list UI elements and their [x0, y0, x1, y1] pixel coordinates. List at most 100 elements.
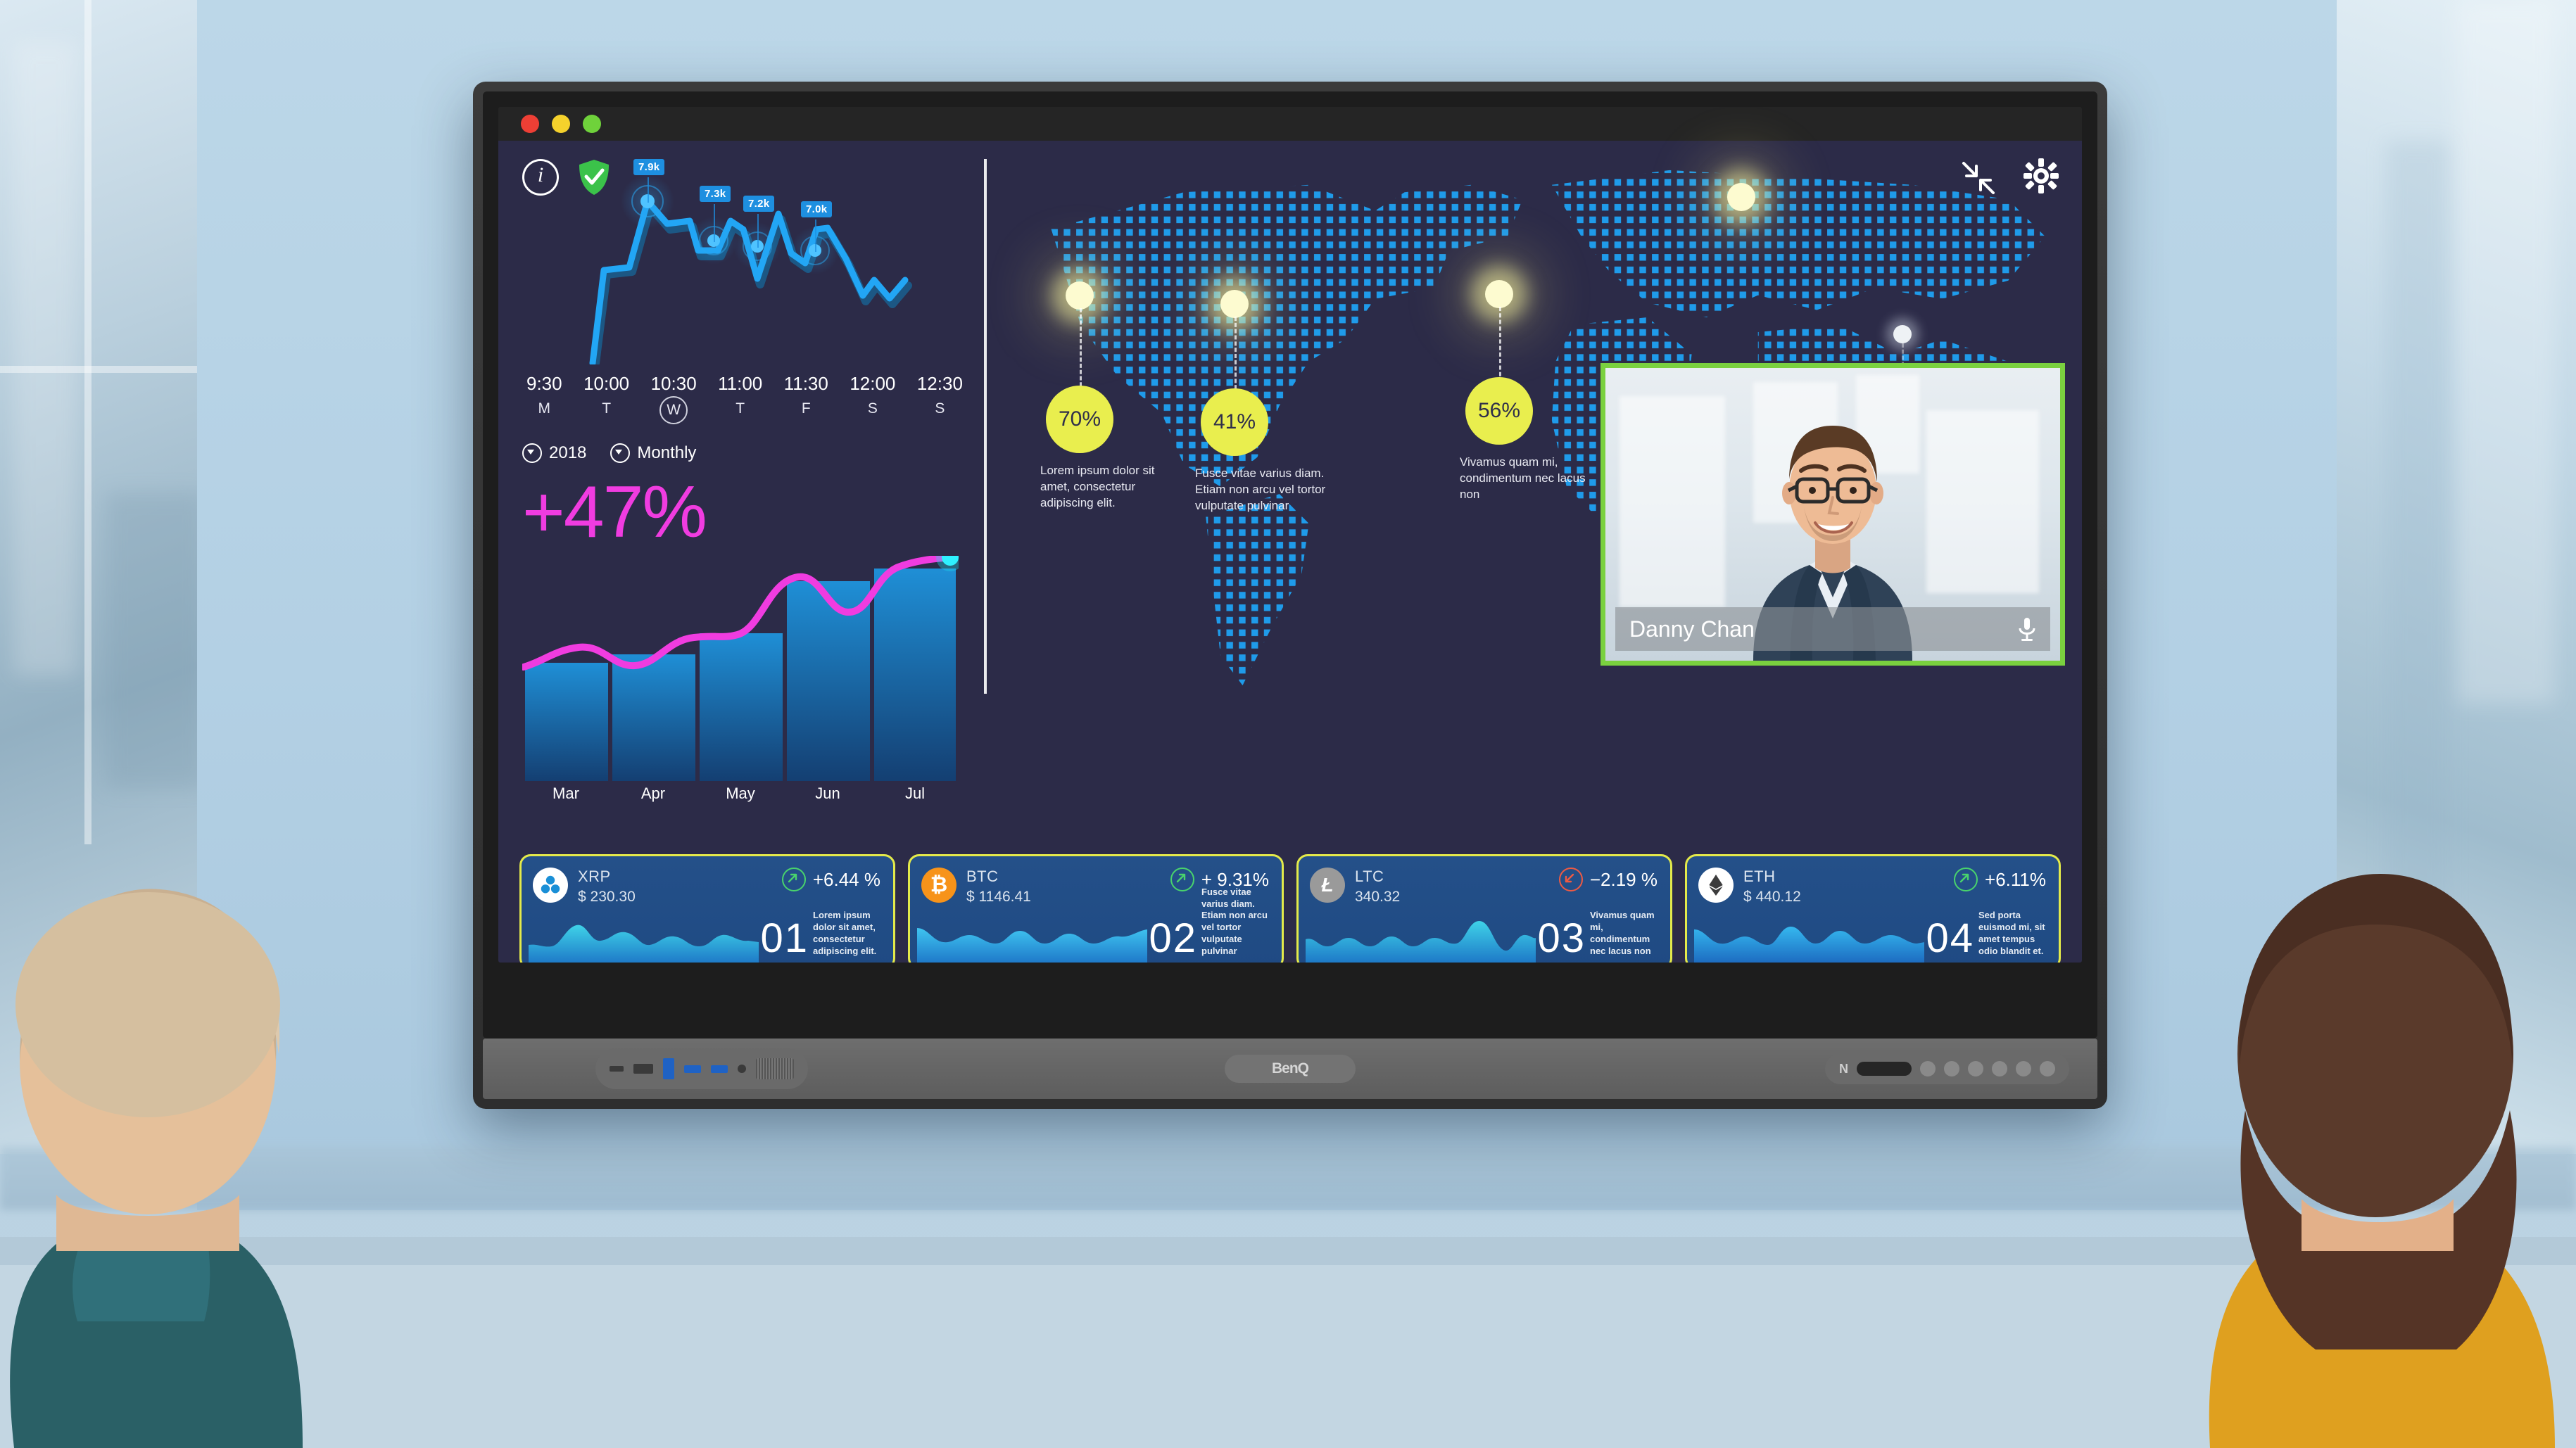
tick-day: W: [659, 396, 688, 424]
visitors-line-chart: 7.9k 7.3k 7.2k 7.0k: [583, 153, 949, 367]
time-tick[interactable]: 11:00 T: [718, 373, 762, 424]
card-change: +6.11%: [1954, 868, 2046, 891]
usb3-port[interactable]: [711, 1065, 728, 1073]
chevron-down-icon: [610, 443, 631, 463]
time-tick[interactable]: 9:30 M: [526, 373, 562, 424]
person-foreground-left: [10, 889, 303, 1448]
participant-name: Danny Chan: [1629, 616, 1755, 642]
back-button[interactable]: [1968, 1061, 1983, 1077]
card-header: XRP $ 230.30 +6.44 %: [522, 856, 893, 906]
map-bubble[interactable]: 41%: [1201, 388, 1268, 456]
home-button[interactable]: [1944, 1061, 1959, 1077]
point-label: 7.2k: [743, 196, 775, 212]
xrp-logo-icon: [533, 868, 568, 903]
person-foreground-right: [2209, 874, 2555, 1448]
time-tick[interactable]: 11:30 F: [784, 373, 828, 424]
card-rank: 02: [1149, 915, 1197, 961]
map-bubble[interactable]: 56%: [1465, 377, 1533, 445]
tick-time: 11:00: [718, 373, 763, 394]
arrow-up-icon: [1170, 868, 1194, 891]
exit-fullscreen-icon[interactable]: [1959, 159, 1997, 197]
time-tick[interactable]: 12:30 S: [917, 373, 963, 424]
sparkline: [917, 928, 1148, 963]
device-bezel: BenQ N: [483, 1039, 2097, 1099]
dashboard-right-column: 70% Lorem ipsum dolor sit amet, consecte…: [963, 141, 2082, 844]
hdmi-port[interactable]: [633, 1064, 653, 1074]
growth-bar-chart: [520, 543, 964, 781]
crypto-symbol: XRP: [578, 868, 611, 885]
mic-in-port[interactable]: [738, 1065, 746, 1073]
crypto-card[interactable]: ₿ BTC $ 1146.41 + 9.31% 02 Fusce vitae v…: [908, 854, 1284, 963]
map-bubble[interactable]: 70%: [1046, 386, 1113, 453]
arrow-up-icon: [1954, 868, 1978, 891]
card-identity: ETH $ 440.12: [1743, 868, 1801, 906]
month-label: Jul: [904, 785, 926, 802]
usb-c-port[interactable]: [610, 1066, 624, 1072]
minimize-button[interactable]: [552, 115, 570, 133]
eth-logo-icon: [1698, 868, 1734, 903]
map-connector: [1080, 308, 1082, 393]
growth-value: +47%: [522, 471, 707, 553]
month-label: May: [726, 785, 755, 802]
tick-day: S: [935, 400, 945, 417]
card-rank: 04: [1926, 915, 1974, 961]
tick-day: S: [867, 400, 878, 417]
volume-up-button[interactable]: [2040, 1061, 2055, 1077]
time-tick-selected[interactable]: 10:30 W: [651, 373, 697, 424]
ltc-logo-icon: Ł: [1310, 868, 1345, 903]
gear-icon[interactable]: [2021, 156, 2061, 196]
window-chrome: [498, 107, 2082, 141]
touch-usb-port[interactable]: [663, 1058, 674, 1079]
card-rank: 01: [760, 915, 809, 961]
month-label: Mar: [553, 785, 579, 802]
bar-chart-month-labels: Mar Apr May Jun Jul: [522, 785, 959, 803]
info-icon[interactable]: i: [522, 159, 559, 196]
map-connector: [1499, 307, 1501, 383]
crypto-card[interactable]: XRP $ 230.30 +6.44 % 01 Lorem ipsum dolo…: [519, 854, 895, 963]
crypto-change: −2.19 %: [1589, 868, 1658, 890]
card-description: Sed porta euismod mi, sit amet tempus od…: [1978, 910, 2045, 957]
participant-video-tile[interactable]: Danny Chan: [1600, 363, 2065, 666]
period-select[interactable]: Monthly: [610, 443, 696, 463]
point-label: 7.9k: [633, 159, 665, 175]
power-button[interactable]: [1920, 1061, 1936, 1077]
benq-display: i 7.9k 7.3k 7.2k 7.0k 9:30 M 10:00 T 10:…: [473, 82, 2107, 1109]
time-tick[interactable]: 12:00 S: [850, 373, 895, 424]
card-description: Vivamus quam mi, condimentum nec lacus n…: [1590, 910, 1655, 957]
crypto-change: +6.11%: [1985, 868, 2046, 890]
maximize-button[interactable]: [583, 115, 601, 133]
card-identity: LTC 340.32: [1355, 868, 1400, 906]
card-change: +6.44 %: [781, 868, 880, 891]
crypto-symbol: BTC: [966, 868, 999, 885]
crypto-card[interactable]: Ł LTC 340.32 −2.19 % 03 Vivamus quam mi,…: [1296, 854, 1672, 963]
card-change: −2.19 %: [1558, 868, 1658, 891]
year-value: 2018: [549, 443, 587, 462]
tick-time: 9:30: [526, 373, 562, 394]
bar-chart-controls: 2018 Monthly: [522, 443, 696, 463]
year-select[interactable]: 2018: [522, 443, 586, 463]
card-identity: XRP $ 230.30: [578, 868, 636, 906]
point-label: 7.0k: [801, 201, 833, 217]
arrow-up-icon: [781, 868, 806, 891]
btc-logo-icon: ₿: [921, 868, 956, 903]
close-button[interactable]: [521, 115, 539, 133]
period-value: Monthly: [637, 443, 697, 462]
display-inner-frame: i 7.9k 7.3k 7.2k 7.0k 9:30 M 10:00 T 10:…: [483, 91, 2097, 1039]
crypto-symbol: ETH: [1743, 868, 1776, 885]
settings-button[interactable]: [1992, 1061, 2007, 1077]
crypto-card[interactable]: ETH $ 440.12 +6.11% 04 Sed porta euismod…: [1685, 854, 2061, 963]
tick-time: 10:00: [583, 373, 630, 394]
volume-down-button[interactable]: [2016, 1061, 2031, 1077]
mic-icon[interactable]: [2018, 617, 2036, 641]
month-label: Jun: [815, 785, 840, 802]
time-tick[interactable]: 10:00 T: [583, 373, 629, 424]
tick-day: T: [602, 400, 612, 417]
map-bubble-text: Lorem ipsum dolor sit amet, consectetur …: [1040, 464, 1155, 509]
chevron-down-icon: [522, 443, 542, 463]
usb3-port[interactable]: [684, 1065, 701, 1073]
benq-logo: BenQ: [1225, 1055, 1356, 1083]
card-description: Lorem ipsum dolor sit amet, consectetur …: [813, 910, 877, 957]
dashboard: i 7.9k 7.3k 7.2k 7.0k 9:30 M 10:00 T 10:…: [498, 141, 2082, 844]
map-hotspot: [1485, 280, 1513, 308]
card-rank: 03: [1537, 915, 1586, 961]
